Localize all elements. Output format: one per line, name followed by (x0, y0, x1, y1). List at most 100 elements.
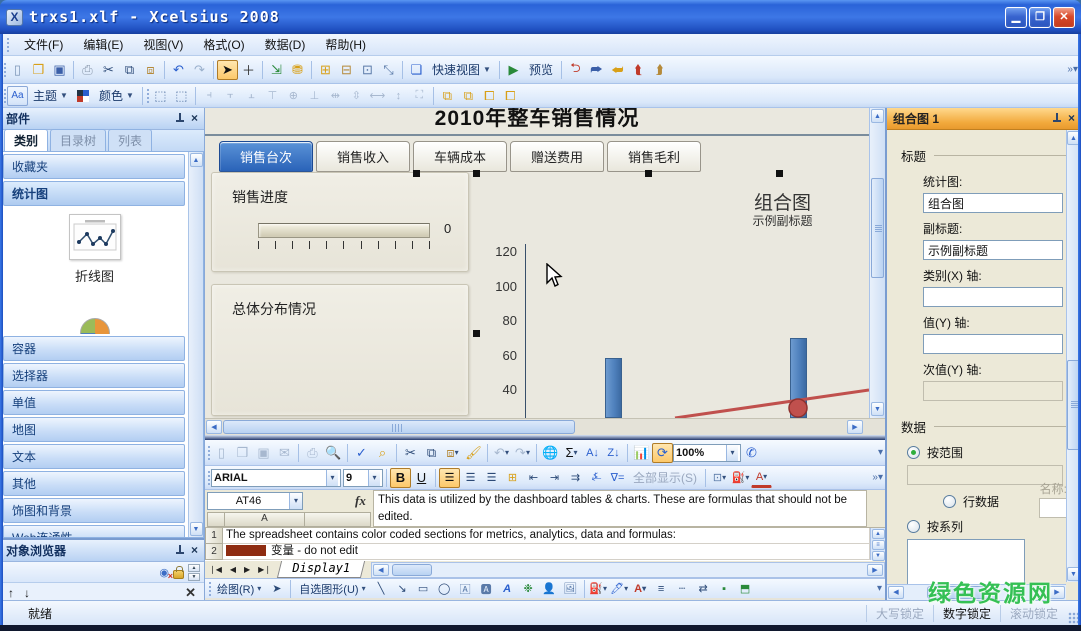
move-up-icon[interactable]: ↑ (8, 586, 14, 600)
export-powerpoint-icon[interactable]: ⮫ (586, 60, 607, 80)
menu-data[interactable]: 数据(D) (255, 34, 316, 55)
same-height-icon[interactable]: ↕ (388, 86, 409, 106)
sort-ascending-icon[interactable]: A↓ (582, 443, 603, 463)
oval-tool-icon[interactable]: ◯ (434, 579, 455, 599)
prev-sheet-icon[interactable]: ◀ (226, 565, 240, 574)
export-pdf-icon[interactable]: ⮬ (628, 60, 649, 80)
select-objects-icon[interactable]: ➤ (266, 579, 287, 599)
save-icon[interactable]: ▣ (49, 60, 70, 80)
canvas-vscroll-thumb[interactable] (871, 178, 884, 278)
move-down-icon[interactable]: ↓ (24, 586, 30, 600)
dashboard-tab-vehicle-cost[interactable]: 车辆成本 (413, 141, 507, 172)
minimize-button[interactable]: ▁ (1005, 7, 1027, 28)
subtitle-input[interactable] (923, 240, 1063, 260)
progress-slider[interactable] (258, 223, 430, 238)
radio-by-range-row[interactable]: 按范围 (907, 444, 1071, 461)
selection-handle[interactable] (473, 170, 480, 177)
resize-canvas-icon[interactable]: ⤡ (378, 60, 399, 80)
open-folder-icon[interactable]: ❒ (28, 60, 49, 80)
shape-fill-icon[interactable]: ⛽▾ (588, 579, 609, 599)
borders-icon[interactable]: ⊡▾ (709, 468, 730, 488)
pin-icon[interactable] (1051, 113, 1062, 124)
help-icon[interactable]: ✆ (741, 443, 762, 463)
close-button[interactable]: ✕ (1053, 7, 1075, 28)
menu-file[interactable]: 文件(F) (14, 34, 73, 55)
select-all-corner[interactable] (207, 512, 225, 527)
filter-equal-icon[interactable]: ∇= (607, 468, 628, 488)
new-workbook-icon[interactable]: ▯ (211, 443, 232, 463)
insert-picture-icon[interactable]: 🖼 (560, 579, 581, 599)
textbox-tool-icon[interactable]: 🄰 (455, 579, 476, 599)
redo-icon[interactable]: ↷ (189, 60, 210, 80)
toolbar-overflow-icon[interactable]: »▾ (872, 472, 883, 483)
preview-button[interactable]: 预览 (524, 60, 558, 79)
accordion-favorites[interactable]: 收藏夹 (3, 154, 185, 179)
sheet-hscrollbar[interactable]: ◀ ▶ (371, 562, 885, 578)
selection-handle[interactable] (413, 170, 420, 177)
canvas-scroll-down-icon[interactable]: ▼ (871, 402, 884, 416)
menu-help[interactable]: 帮助(H) (315, 34, 376, 55)
accordion-charts[interactable]: 统计图 (3, 181, 185, 206)
row-number[interactable]: 2 (205, 544, 223, 560)
last-sheet-icon[interactable]: ▶❘ (254, 565, 275, 574)
underline-icon[interactable]: U (411, 468, 432, 488)
align-left-icon[interactable]: ⫞ (199, 86, 220, 106)
align-text-left-icon[interactable]: ☰ (439, 468, 460, 488)
tab-category[interactable]: 类别 (4, 129, 48, 151)
formula-content[interactable]: This data is utilized by the dashboard t… (373, 490, 867, 527)
canvas-scroll-right-icon[interactable]: ▶ (847, 420, 863, 434)
align-text-right-icon[interactable]: ☰ (481, 468, 502, 488)
paste-icon[interactable]: ⧈ (140, 60, 161, 80)
grid-scroll-thumb[interactable]: ≡ (872, 540, 885, 550)
clipart-icon[interactable]: 👤 (539, 579, 560, 599)
grid-scroll-up-icon[interactable]: ▲ (872, 529, 885, 539)
show-all-button[interactable]: 全部显示(S) (628, 468, 702, 487)
sheet-scroll-right-icon[interactable]: ▶ (867, 564, 883, 576)
print-sheet-icon[interactable]: ⎙ (302, 443, 323, 463)
name-box[interactable]: AT46 ▾ (207, 492, 303, 510)
arrow-style-icon[interactable]: ⇄ (693, 579, 714, 599)
decrease-indent-icon[interactable]: ⇤ (523, 468, 544, 488)
menu-format[interactable]: 格式(O) (193, 34, 254, 55)
object-browser-close-icon[interactable]: × (191, 545, 198, 556)
add-component-icon[interactable]: ＋ (238, 60, 259, 80)
chart-title-input[interactable] (923, 193, 1063, 213)
cell-a2[interactable]: 变量 - do not edit (223, 544, 870, 560)
radio-by-series-icon[interactable] (907, 520, 920, 533)
paste-cells-icon[interactable]: ⧈▾ (442, 443, 463, 463)
increase-indent-icon[interactable]: ⇥ (544, 468, 565, 488)
selection-handle[interactable] (776, 170, 783, 177)
export-outlook-icon[interactable]: ⮨ (607, 60, 628, 80)
cut-cells-icon[interactable]: ✂ (400, 443, 421, 463)
properties-close-icon[interactable]: × (1068, 113, 1075, 124)
decrease-canvas-icon[interactable]: ⊟ (336, 60, 357, 80)
accordion-text[interactable]: 文本 (3, 444, 185, 469)
canvas-hscrollbar[interactable]: ◀ ▶ (205, 418, 885, 435)
toolbar-overflow-icon[interactable]: »▾ (1067, 64, 1078, 75)
vertical-textbox-icon[interactable]: 🅰 (476, 579, 497, 599)
copy-icon[interactable]: ⧉ (119, 60, 140, 80)
bring-forward-icon[interactable]: ⧠ (479, 86, 500, 106)
prop-scroll-left-icon[interactable]: ◀ (888, 586, 904, 599)
import-excel-icon[interactable]: ⇲ (266, 60, 287, 80)
select-cursor-icon[interactable]: ➤ (217, 60, 238, 80)
toolbar-overflow-icon[interactable]: ▾ (878, 447, 883, 458)
line-color-icon[interactable]: 🖊▾ (609, 579, 630, 599)
bold-icon[interactable]: B (390, 468, 411, 488)
ungroup-icon[interactable]: ⬚ (171, 86, 192, 106)
column-header-a[interactable]: A (225, 512, 305, 527)
tab-list[interactable]: 列表 (108, 129, 152, 151)
sheet-tab-display1[interactable]: Display1 (277, 561, 365, 578)
radio-row-data-icon[interactable] (943, 495, 956, 508)
components-scrollbar[interactable]: ▲ ▼ (188, 152, 203, 537)
canvas-scroll-up-icon[interactable]: ▲ (871, 109, 884, 123)
same-width-icon[interactable]: ⟷ (367, 86, 388, 106)
insert-function-icon[interactable]: fx (355, 493, 366, 509)
grid-vscrollbar[interactable]: ▲ ≡ ▼ (870, 528, 885, 560)
first-sheet-icon[interactable]: ❘◀ (205, 565, 226, 574)
canvas-hscroll-thumb[interactable] (223, 420, 575, 434)
print-icon[interactable]: ⎙ (77, 60, 98, 80)
print-preview-icon[interactable]: 🔍 (323, 443, 344, 463)
space-horizontal-icon[interactable]: ⇹ (325, 86, 346, 106)
accordion-containers[interactable]: 容器 (3, 336, 185, 361)
